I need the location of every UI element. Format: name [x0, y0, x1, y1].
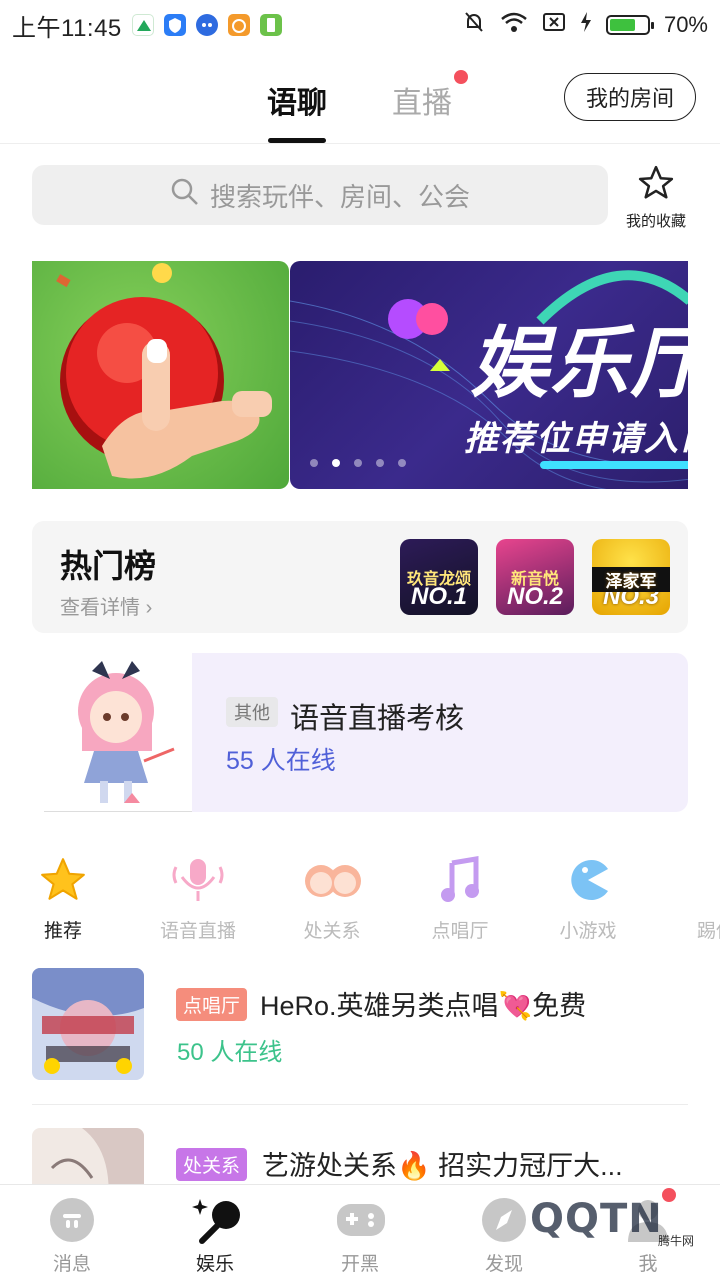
music-note-icon: [430, 850, 490, 910]
category-relationship[interactable]: 处关系: [282, 850, 382, 943]
category-label: 小游戏: [559, 921, 617, 942]
star-outline-icon: [637, 165, 675, 206]
wifi-icon: [500, 11, 528, 39]
microphone-icon: [168, 850, 228, 910]
sim-icon: [259, 14, 282, 36]
robot-icon: [195, 14, 218, 36]
banner-slide-button-game[interactable]: [32, 261, 289, 489]
nav-label: 开黑: [340, 1254, 379, 1275]
sparkle-mic-icon: [190, 1195, 240, 1245]
battery-fill: [609, 19, 636, 31]
room-avatar: [44, 653, 192, 812]
hot-list-card[interactable]: 热门榜 查看详情 › 玖音龙颂 NO.1 新音悦 NO.2 泽家军 NO.3: [32, 521, 688, 633]
browser-icon: [227, 14, 250, 36]
category-label: 踢保: [696, 921, 720, 942]
carousel-dot: [310, 459, 318, 467]
app-notification-icon: [131, 14, 154, 36]
hot-list-more-link[interactable]: 查看详情 ›: [60, 591, 152, 620]
rank-1-badge[interactable]: 玖音龙颂 NO.1: [400, 539, 478, 615]
category-label: 推荐: [43, 921, 82, 942]
top-nav: 语聊 直播 我的房间: [0, 52, 720, 144]
category-recommend[interactable]: 推荐: [13, 850, 113, 943]
room-title: 语音直播考核: [290, 703, 465, 735]
no-sim-icon: [542, 11, 566, 39]
category-karaoke[interactable]: 点唱厅: [410, 850, 510, 943]
banner-slide-entertainment[interactable]: 娱乐厅 推荐位申请入口: [290, 261, 688, 489]
tab-voice-chat[interactable]: 语聊: [267, 78, 327, 122]
banner-subtitle: 推荐位申请入口: [464, 420, 688, 458]
search-placeholder: 搜索玩伴、房间、公会: [209, 181, 470, 212]
favorites-label: 我的收藏: [625, 213, 686, 230]
active-tab-indicator: [268, 138, 326, 143]
nav-entertainment[interactable]: 娱乐: [160, 1185, 270, 1280]
nav-squad[interactable]: 开黑: [305, 1185, 415, 1280]
couple-icon: [302, 850, 362, 910]
featured-room-card[interactable]: 其他 语音直播考核 55 人在线: [44, 653, 688, 812]
divider: [32, 1104, 688, 1105]
gamepad-icon: [335, 1195, 385, 1245]
status-time: 上午11:45: [12, 14, 122, 42]
rank-2-badge[interactable]: 新音悦 NO.2: [496, 539, 574, 615]
profile-notification-dot: [662, 1188, 676, 1202]
room-category-tag: 其他: [226, 697, 278, 727]
compass-icon: [479, 1195, 529, 1245]
room-category-tag: 处关系: [176, 1148, 248, 1181]
banner-carousel[interactable]: 娱乐厅 推荐位申请入口: [32, 261, 688, 489]
carousel-dot: [354, 459, 362, 467]
featured-room-info[interactable]: 其他 语音直播考核 55 人在线: [192, 653, 688, 812]
charging-icon: [580, 11, 592, 39]
watermark: QQTN: [530, 1196, 663, 1242]
category-voice-live[interactable]: 语音直播: [148, 850, 248, 943]
rank-3-badge[interactable]: 泽家军 NO.3: [592, 539, 670, 615]
banner-title: 娱乐厅: [470, 319, 688, 407]
carousel-dot-active: [332, 459, 340, 467]
anime-girl-illustration: [78, 661, 175, 803]
carousel-dots: [310, 459, 406, 467]
battery-icon: [605, 15, 654, 35]
category-label: 点唱厅: [431, 921, 489, 942]
my-room-button[interactable]: 我的房间: [564, 73, 696, 121]
category-label: 处关系: [303, 921, 361, 942]
shield-icon: [163, 14, 186, 36]
hot-list-more-label: 查看详情: [60, 597, 140, 619]
red-button-illustration: [56, 263, 272, 479]
hero-room-cover-art: [32, 968, 144, 1080]
nav-label: 娱乐: [195, 1254, 234, 1275]
tab-live[interactable]: 直播: [392, 78, 452, 122]
room-title: HeRo.英雄另类点唱💘免费: [260, 991, 587, 1021]
list-item[interactable]: 点唱厅 HeRo.英雄另类点唱💘免费 50 人在线: [32, 968, 688, 1105]
hot-list-title: 热门榜: [60, 548, 157, 584]
mute-bell-icon: [462, 10, 486, 40]
room-online-count: 55 人在线: [226, 747, 336, 775]
pacman-icon: [558, 850, 618, 910]
rank-1-name: 玖音龙颂: [406, 571, 471, 588]
ball-icon: [686, 850, 720, 910]
nav-label: 我: [638, 1254, 658, 1275]
carousel-dot: [376, 459, 384, 467]
room-online-count: 50 人在线: [177, 1039, 283, 1066]
category-mini-games[interactable]: 小游戏: [538, 850, 638, 943]
battery-percent: 70%: [663, 12, 708, 37]
carousel-dot: [398, 459, 406, 467]
room-category-tag: 点唱厅: [176, 988, 248, 1021]
status-bar: 上午11:45 70%: [0, 0, 720, 50]
rank-3-name: 泽家军: [592, 567, 670, 592]
room-title: 艺游处关系🔥 招实力冠厅大...: [262, 1151, 623, 1181]
nav-label: 消息: [52, 1254, 91, 1275]
rank-2-name: 新音悦: [510, 571, 559, 588]
category-bodyguard[interactable]: 踢保: [666, 850, 720, 943]
watermark-site: 腾牛网: [658, 1234, 695, 1248]
star-icon: [33, 850, 93, 910]
category-tabs: 推荐 语音直播 处关系 点唱厅 小游戏 踢保: [0, 850, 720, 950]
message-icon: [47, 1195, 97, 1245]
search-icon: [170, 177, 200, 214]
live-notification-dot: [454, 70, 468, 84]
nav-label: 发现: [484, 1254, 523, 1275]
chevron-right-icon: ›: [145, 597, 153, 619]
favorites-button[interactable]: 我的收藏: [622, 164, 690, 231]
nav-messages[interactable]: 消息: [17, 1185, 127, 1280]
room-cover: [32, 968, 144, 1080]
category-label: 语音直播: [159, 921, 236, 942]
search-input[interactable]: 搜索玩伴、房间、公会: [32, 165, 608, 225]
